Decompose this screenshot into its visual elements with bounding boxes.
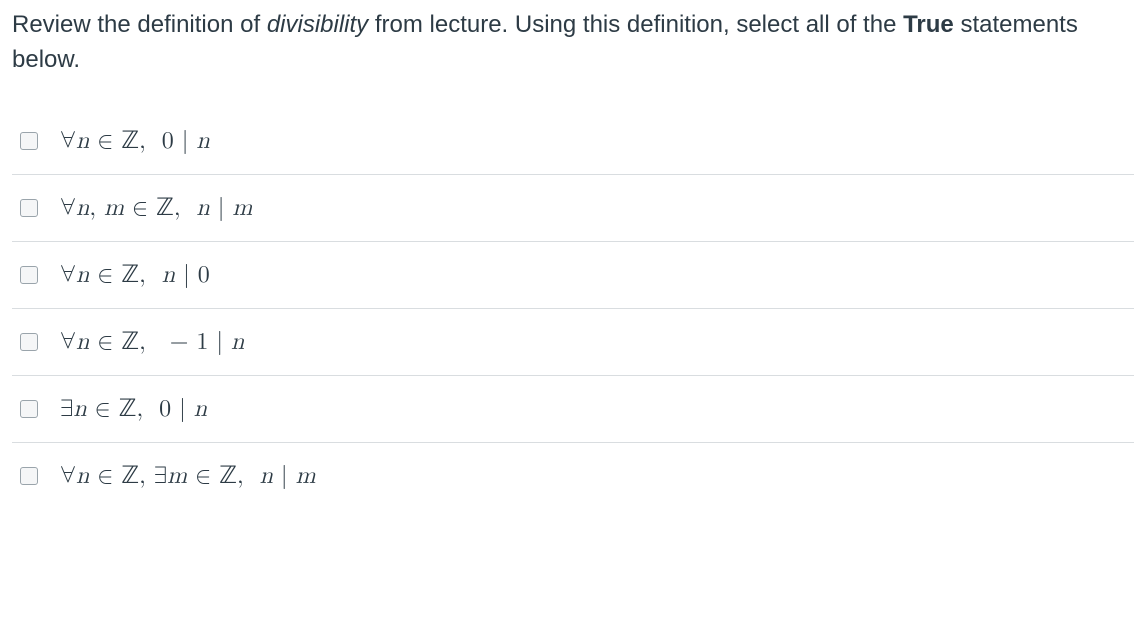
option-row: ∀n ∈ ℤ, n | 0 ∀n ∈ ℤ, n | 0 — [12, 242, 1134, 309]
checkbox[interactable] — [20, 467, 38, 485]
option-row: ∀n ∈ ℤ, ∃m ∈ ℤ, n | m ∀n ∈ ℤ, ∃m ∈ ℤ, n … — [12, 443, 1134, 509]
checkbox[interactable] — [20, 132, 38, 150]
question-term: divisibility — [267, 11, 368, 38]
option-math: ∀n ∈ ℤ, 0 | n ∀n ∈ ℤ, 0 | n — [60, 126, 210, 156]
option-row: ∀n ∈ ℤ, 0 | n ∀n ∈ ℤ, 0 | n — [12, 108, 1134, 175]
checkbox[interactable] — [20, 266, 38, 284]
question-bold: True — [903, 11, 954, 38]
checkbox[interactable] — [20, 333, 38, 351]
option-row: ∀n ∈ ℤ, − 1 | n ∀n ∈ ℤ, − 1 | n — [12, 309, 1134, 376]
option-math: ∀n, m ∈ ℤ, n | m ∀n, m ∈ ℤ, n | m — [60, 193, 252, 223]
option-math: ∀n ∈ ℤ, − 1 | n ∀n ∈ ℤ, − 1 | n — [60, 327, 244, 357]
question-prefix: Review the definition of — [12, 11, 267, 38]
option-row: ∃n ∈ ℤ, 0 | n ∃n ∈ ℤ, 0 | n — [12, 376, 1134, 443]
question-page: Review the definition of divisibility fr… — [0, 0, 1146, 632]
option-row: ∀n, m ∈ ℤ, n | m ∀n, m ∈ ℤ, n | m — [12, 175, 1134, 242]
checkbox[interactable] — [20, 199, 38, 217]
checkbox[interactable] — [20, 400, 38, 418]
options-list: ∀n ∈ ℤ, 0 | n ∀n ∈ ℤ, 0 | n ∀n, m ∈ ℤ, n… — [12, 108, 1134, 509]
option-math: ∀n ∈ ℤ, ∃m ∈ ℤ, n | m ∀n ∈ ℤ, ∃m ∈ ℤ, n … — [60, 461, 316, 491]
question-mid: from lecture. Using this definition, sel… — [368, 11, 903, 38]
option-math: ∀n ∈ ℤ, n | 0 ∀n ∈ ℤ, n | 0 — [60, 260, 210, 290]
question-text: Review the definition of divisibility fr… — [12, 8, 1134, 78]
option-math: ∃n ∈ ℤ, 0 | n ∃n ∈ ℤ, 0 | n — [60, 394, 207, 424]
